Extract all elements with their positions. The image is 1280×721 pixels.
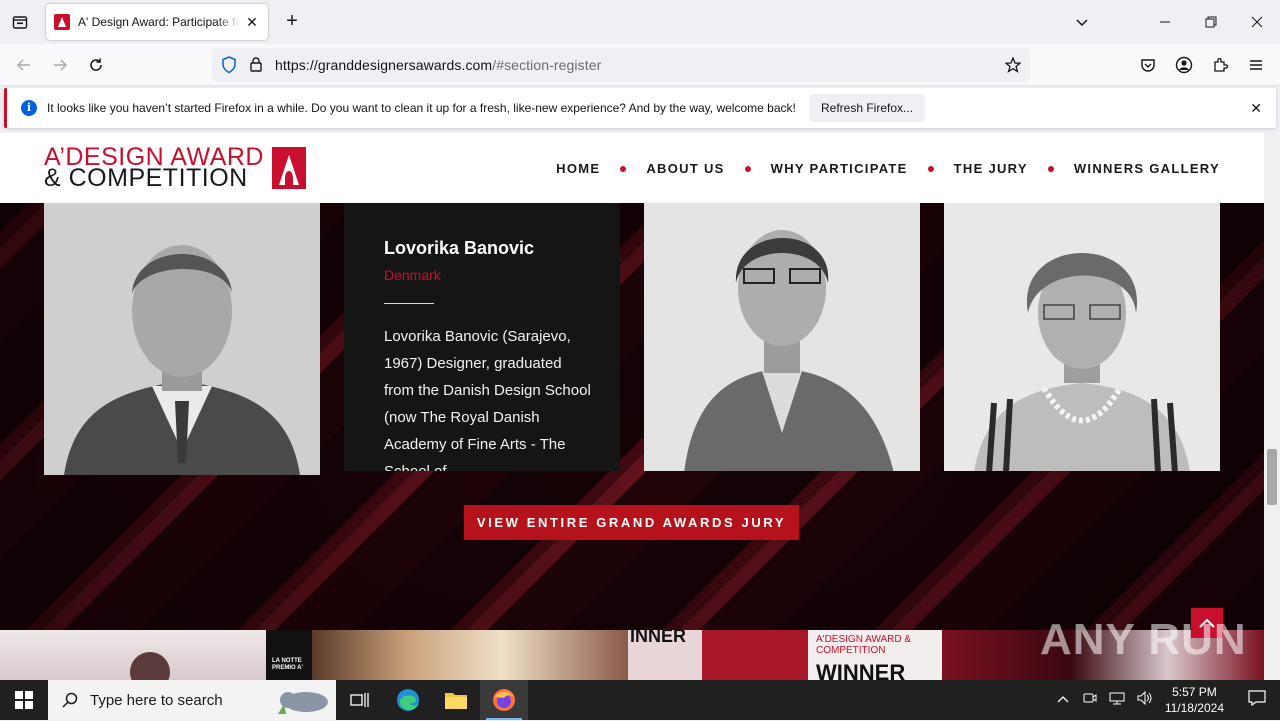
page-viewport: A’DESIGN AWARD & COMPETITION HOME ABOUT … bbox=[0, 133, 1264, 680]
menu-separator-dot bbox=[744, 165, 751, 172]
gallery-caption: A'DESIGN AWARD & COMPETITION bbox=[816, 634, 912, 656]
search-placeholder: Type here to search bbox=[90, 691, 223, 709]
menu-about-us[interactable]: ABOUT US bbox=[646, 161, 724, 176]
bookmark-star-icon[interactable] bbox=[1004, 56, 1022, 78]
jury-member-bio-card[interactable]: Lovorika Banovic Denmark Lovorika Banovi… bbox=[344, 201, 620, 471]
anyrun-watermark: ANY RUN bbox=[1040, 615, 1247, 664]
notifications-icon[interactable] bbox=[1248, 689, 1266, 711]
gallery-image[interactable] bbox=[702, 630, 808, 680]
menu-separator-dot bbox=[620, 165, 627, 172]
reload-icon[interactable] bbox=[83, 52, 109, 78]
juror-name: Lovorika Banovic bbox=[384, 238, 535, 258]
jury-member-photo[interactable] bbox=[944, 201, 1220, 471]
browser-navigation-bar: https://granddesignersawards.com/#sectio… bbox=[0, 44, 1280, 86]
browser-tab-bar: A' Design Award: Participate for ✕ + bbox=[0, 0, 1280, 44]
refresh-firefox-button[interactable]: Refresh Firefox... bbox=[809, 94, 926, 122]
back-icon[interactable] bbox=[11, 52, 37, 78]
gallery-caption: WINNER bbox=[816, 660, 906, 680]
new-tab-button[interactable]: + bbox=[280, 10, 304, 34]
gallery-image[interactable] bbox=[0, 630, 266, 680]
gallery-image[interactable]: INNER bbox=[628, 630, 702, 680]
pocket-icon[interactable] bbox=[1135, 52, 1161, 78]
logo-mark-icon bbox=[272, 147, 306, 189]
menu-separator-dot bbox=[1047, 165, 1054, 172]
network-icon[interactable] bbox=[1109, 691, 1125, 710]
tab-title: A' Design Award: Participate for bbox=[78, 15, 240, 29]
menu-winners-gallery[interactable]: WINNERS GALLERY bbox=[1074, 161, 1220, 176]
site-logo[interactable]: A’DESIGN AWARD & COMPETITION bbox=[44, 145, 306, 191]
menu-home[interactable]: HOME bbox=[556, 161, 600, 176]
browser-tab-active[interactable]: A' Design Award: Participate for ✕ bbox=[46, 4, 268, 40]
menu-why-participate[interactable]: WHY PARTICIPATE bbox=[771, 161, 908, 176]
search-icon bbox=[62, 692, 78, 708]
juror-bio: Lovorika Banovic (Sarajevo, 1967) Design… bbox=[384, 328, 591, 471]
tracking-protection-shield-icon[interactable] bbox=[221, 56, 237, 79]
clock-date: 11/18/2024 bbox=[1164, 701, 1224, 715]
refresh-firefox-notification: i It looks like you haven’t started Fire… bbox=[4, 88, 1276, 128]
restore-button[interactable] bbox=[1188, 0, 1234, 44]
menu-hamburger-icon[interactable] bbox=[1243, 52, 1269, 78]
site-header: A’DESIGN AWARD & COMPETITION HOME ABOUT … bbox=[0, 133, 1264, 203]
logo-line-2: & COMPETITION bbox=[44, 164, 248, 192]
portrait-man-glasses bbox=[644, 203, 920, 471]
gallery-image[interactable]: LA NOTTE PREMIO A' bbox=[266, 630, 312, 680]
url-text[interactable]: https://granddesignersawards.com/#sectio… bbox=[275, 57, 601, 73]
minimize-button[interactable] bbox=[1142, 0, 1188, 44]
address-bar[interactable]: https://granddesignersawards.com/#sectio… bbox=[212, 48, 1030, 82]
clock-time: 5:57 PM bbox=[1172, 685, 1217, 699]
notification-message: It looks like you haven’t started Firefo… bbox=[47, 101, 796, 115]
task-view-icon[interactable] bbox=[336, 680, 384, 720]
search-highlight-manatee-icon bbox=[274, 686, 330, 721]
taskbar-clock[interactable]: 5:57 PM 11/18/2024 bbox=[1165, 684, 1224, 716]
menu-separator-dot bbox=[927, 165, 934, 172]
taskbar-search-box[interactable]: Type here to search bbox=[48, 680, 336, 720]
portrait-man-suit bbox=[44, 201, 320, 475]
view-entire-jury-button[interactable]: VIEW ENTIRE GRAND AWARDS JURY bbox=[464, 505, 799, 540]
file-explorer-icon[interactable] bbox=[432, 680, 480, 720]
juror-country: Denmark bbox=[384, 267, 441, 283]
close-window-button[interactable] bbox=[1234, 0, 1280, 44]
scrollbar-thumb[interactable] bbox=[1267, 449, 1277, 505]
divider bbox=[384, 303, 434, 304]
gallery-image[interactable]: A'DESIGN AWARD & COMPETITION WINNER bbox=[808, 630, 942, 680]
page-scrollbar[interactable] bbox=[1264, 133, 1280, 680]
windows-start-icon[interactable] bbox=[0, 680, 48, 720]
show-hidden-icons-chevron-icon[interactable] bbox=[1057, 691, 1069, 709]
firefox-taskbar-icon[interactable] bbox=[480, 680, 528, 720]
firefox-view-icon[interactable] bbox=[8, 10, 32, 34]
menu-the-jury[interactable]: THE JURY bbox=[954, 161, 1028, 176]
tab-close-icon[interactable]: ✕ bbox=[244, 14, 260, 31]
forward-icon[interactable] bbox=[47, 52, 73, 78]
gallery-caption: INNER bbox=[630, 630, 687, 646]
portrait-woman-pearls bbox=[944, 203, 1220, 471]
lock-icon[interactable] bbox=[249, 56, 263, 77]
meet-now-icon[interactable] bbox=[1083, 691, 1097, 710]
gallery-caption: LA NOTTE PREMIO A' bbox=[272, 658, 303, 671]
edge-browser-icon[interactable] bbox=[384, 680, 432, 720]
system-tray: 5:57 PM 11/18/2024 bbox=[1049, 680, 1280, 720]
volume-icon[interactable] bbox=[1137, 690, 1153, 710]
jury-member-photo[interactable] bbox=[644, 201, 920, 471]
info-icon: i bbox=[21, 100, 37, 116]
main-menu: HOME ABOUT US WHY PARTICIPATE THE JURY W… bbox=[556, 161, 1220, 176]
jury-member-photo[interactable] bbox=[44, 201, 320, 475]
close-notification-icon[interactable]: ✕ bbox=[1250, 100, 1262, 117]
extensions-icon[interactable] bbox=[1207, 52, 1233, 78]
windows-taskbar: Type here to search 5:57 PM 11/18/2024 bbox=[0, 680, 1280, 720]
gallery-image[interactable] bbox=[312, 630, 628, 680]
account-icon[interactable] bbox=[1171, 52, 1197, 78]
site-favicon-icon bbox=[54, 14, 70, 30]
list-all-tabs-icon[interactable] bbox=[1070, 10, 1094, 34]
